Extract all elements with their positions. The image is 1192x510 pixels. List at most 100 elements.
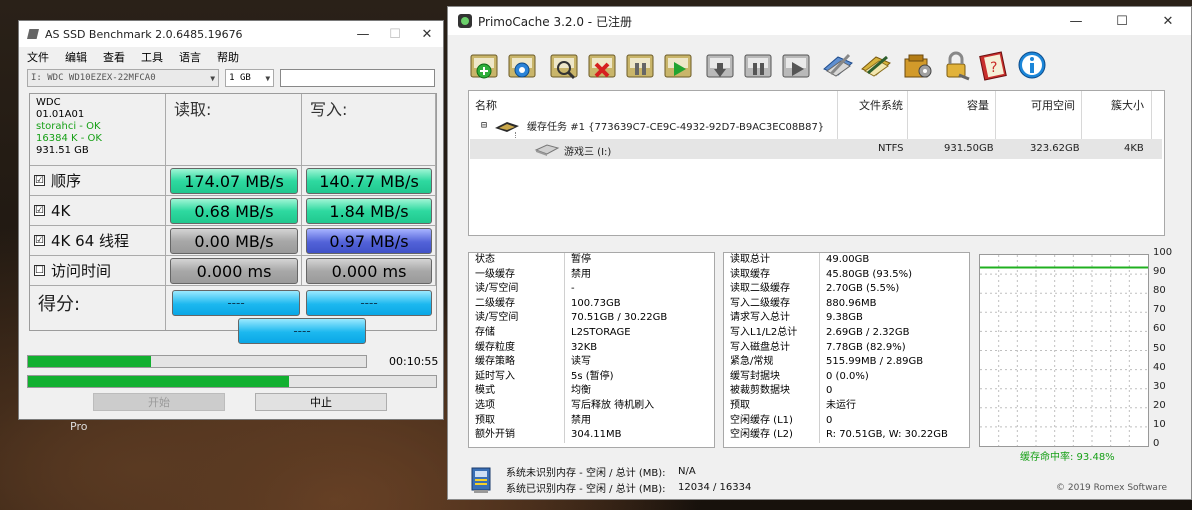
delete-cache-icon[interactable] — [584, 48, 620, 82]
benchmark-grid: WDC 01.01A01 storahci - OK 16384 K - OK … — [29, 93, 437, 344]
config-stat-key: 一级缓存 — [469, 267, 565, 283]
start-button[interactable]: 开始 — [93, 393, 225, 411]
menu-help[interactable]: 帮助 — [217, 49, 239, 65]
resume-icon[interactable] — [660, 48, 696, 82]
config-stat-value: - — [571, 283, 575, 295]
cache-task-icon — [495, 121, 520, 132]
primocache-titlebar[interactable]: PrimoCache 3.2.0 - 已注册 — ☐ ✕ — [448, 7, 1191, 35]
new-cache-icon[interactable] — [466, 48, 502, 82]
usage-stat-key: 预取 — [724, 398, 820, 414]
resume-cache-icon[interactable] — [778, 48, 814, 82]
status-text-field[interactable] — [280, 69, 435, 87]
config-stat-key: 模式 — [469, 384, 565, 399]
usage-stat-row: 写入磁盘总计 7.78GB (82.9%) — [724, 340, 969, 356]
cache-task-row[interactable]: ⊟ 缓存任务 #1 {773639C7-CE9C-4932-92D7-B9AC3… — [481, 118, 1161, 133]
usage-stat-row: 缓写封据块 0 (0.0%) — [724, 369, 969, 385]
cache-settings-icon[interactable] — [504, 48, 540, 82]
menu-language[interactable]: 语言 — [179, 49, 201, 65]
access-label: 访问时间 — [51, 262, 112, 280]
usage-stat-value: 49.00GB — [826, 254, 870, 265]
drive-select[interactable]: I: WDC WD10EZEX-22MFCA0 ▼ — [27, 69, 220, 87]
options-icon[interactable] — [820, 48, 856, 82]
device-info: WDC 01.01A01 storahci - OK 16384 K - OK … — [30, 94, 166, 166]
usage-stat-row: 预取 未运行 — [724, 398, 969, 414]
usage-stat-row: 请求写入总计 9.38GB — [724, 311, 969, 326]
device-alignment: 16384 K - OK — [36, 133, 102, 144]
score-total-value: ---- — [238, 318, 366, 344]
4k64-checkbox[interactable]: ☑ — [34, 235, 45, 246]
access-checkbox[interactable]: ☐ — [34, 265, 45, 276]
usage-stat-value: 0 (0.0%) — [826, 370, 869, 382]
4k-checkbox[interactable]: ☑ — [34, 205, 45, 216]
primocache-logo-icon — [458, 14, 472, 28]
4k-read-value: 0.68 MB/s — [170, 198, 298, 224]
4k-write-value: 1.84 MB/s — [306, 198, 432, 224]
y-tick-label: 10 — [1153, 418, 1166, 430]
row-4k-label[interactable]: ☑ 4K — [30, 196, 166, 226]
tools-icon[interactable] — [900, 48, 936, 82]
col-filesystem[interactable]: 文件系统 — [859, 97, 903, 113]
seq-label: 顺序 — [51, 172, 82, 190]
menu-file[interactable]: 文件 — [27, 49, 49, 65]
config-stat-key: 额外开销 — [469, 428, 565, 443]
menu-edit[interactable]: 编辑 — [65, 49, 87, 65]
copyright: © 2019 Romex Software — [1056, 483, 1167, 493]
hit-rate-label: 缓存命中率: 93.48% — [1020, 452, 1115, 463]
device-model: WDC — [36, 97, 61, 108]
help-icon[interactable]: ? — [976, 48, 1012, 82]
col-cluster-size[interactable]: 簇大小 — [1111, 97, 1144, 113]
primocache-title: PrimoCache 3.2.0 - 已注册 — [478, 14, 632, 29]
usage-stat-row: 空闲缓存 (L2) R: 70.51GB, W: 30.22GB — [724, 428, 969, 443]
row-access-label[interactable]: ☐ 访问时间 — [30, 256, 166, 286]
row-4k64-label[interactable]: ☑ 4K 64 线程 — [30, 226, 166, 256]
config-stat-key: 读/写空间 — [469, 282, 565, 297]
collapse-icon[interactable]: ⊟ — [481, 120, 487, 131]
config-stat-row: 一级缓存 禁用 — [469, 267, 714, 283]
stop-button[interactable]: 中止 — [255, 393, 387, 411]
4k-label: 4K — [51, 201, 71, 220]
usage-stat-key: 写入磁盘总计 — [724, 340, 820, 356]
access-write-value: 0.000 ms — [306, 258, 432, 284]
minimize-icon[interactable]: — — [1053, 14, 1099, 29]
col-name[interactable]: 名称 — [475, 97, 497, 113]
usage-stat-row: 写入二级缓存 880.96MB — [724, 296, 969, 312]
primocache-window: PrimoCache 3.2.0 - 已注册 — ☐ ✕ ? 名称 文件系统 容… — [447, 6, 1192, 500]
lock-icon[interactable] — [938, 48, 974, 82]
row-seq-label[interactable]: ☑ 顺序 — [30, 166, 166, 196]
config-stat-value: 100.73GB — [571, 297, 621, 309]
usage-stat-value: 7.78GB (82.9%) — [826, 341, 906, 353]
menu-view[interactable]: 查看 — [103, 49, 125, 65]
suspend-icon[interactable] — [740, 48, 776, 82]
col-free-space[interactable]: 可用空间 — [1031, 97, 1075, 113]
cache-config-panel: 状态 暂停 一级缓存 禁用 读/写空间 - 二级缓存 100.73GB 读/写空间 70.51… — [468, 252, 715, 448]
usage-stat-key: 缓写封据块 — [724, 369, 820, 385]
score-write-value: ---- — [306, 290, 432, 316]
usage-stat-row: 被裁剪数据块 0 — [724, 384, 969, 399]
seq-checkbox[interactable]: ☑ — [34, 175, 45, 186]
y-tick-label: 20 — [1153, 399, 1166, 411]
config-stat-key: 读/写空间 — [469, 311, 565, 326]
flush-icon[interactable] — [702, 48, 738, 82]
config-stat-value: 32KB — [571, 341, 598, 353]
close-icon[interactable]: ✕ — [411, 27, 443, 42]
size-select[interactable]: 1 GB ▼ — [225, 69, 275, 87]
score-read-value: ---- — [172, 290, 300, 316]
pause-icon[interactable] — [622, 48, 658, 82]
cache-task-label: 缓存任务 #1 {773639C7-CE9C-4932-92D7-B9AC3EC… — [527, 122, 825, 133]
volume-row[interactable]: 游戏三 (I:) NTFS 931.50GB 323.62GB 4KB — [470, 139, 1162, 159]
about-icon[interactable] — [1014, 48, 1050, 82]
maximize-icon[interactable]: ☐ — [1099, 14, 1145, 29]
progress-fill-test — [28, 356, 152, 367]
volume-fs: NTFS — [878, 143, 904, 154]
minimize-icon[interactable]: — — [347, 27, 379, 42]
statistics-icon[interactable] — [546, 48, 582, 82]
maximize-icon[interactable]: ☐ — [379, 27, 411, 42]
col-capacity[interactable]: 容量 — [967, 97, 989, 113]
usage-stat-key: 紧急/常规 — [724, 355, 820, 370]
close-icon[interactable]: ✕ — [1145, 14, 1191, 29]
read-header: 读取: — [166, 94, 302, 166]
menu-tools[interactable]: 工具 — [141, 49, 163, 65]
as-ssd-titlebar[interactable]: AS SSD Benchmark 2.0.6485.19676 — ☐ ✕ — [19, 21, 443, 47]
license-icon[interactable] — [858, 48, 894, 82]
y-tick-label: 30 — [1153, 380, 1166, 392]
